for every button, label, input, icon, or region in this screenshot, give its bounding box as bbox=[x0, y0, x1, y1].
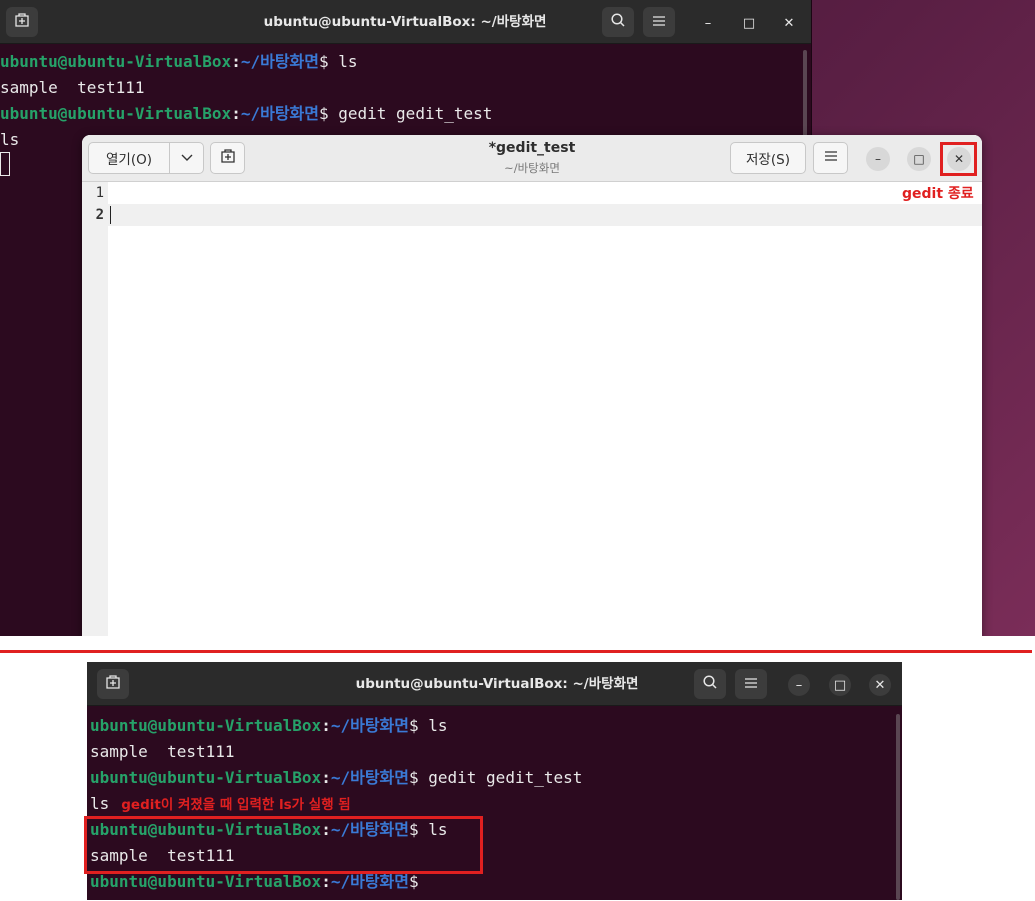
prompt-user: ubuntu@ubuntu-VirtualBox bbox=[90, 872, 322, 891]
new-tab-icon bbox=[105, 674, 121, 694]
terminal-title: ubuntu@ubuntu-VirtualBox: ~/바탕화면 bbox=[263, 14, 547, 30]
gedit-close-annotation: gedit 종료 bbox=[902, 186, 974, 202]
prompt-colon: : bbox=[321, 716, 331, 735]
terminal-scrollbar[interactable] bbox=[896, 714, 900, 900]
prompt-path: ~/바탕화면 bbox=[330, 716, 409, 735]
minimize-button[interactable]: – bbox=[697, 12, 719, 34]
output-text: ls bbox=[90, 794, 110, 813]
new-tab-button[interactable] bbox=[97, 669, 129, 699]
close-icon: ✕ bbox=[783, 15, 795, 31]
new-tab-icon bbox=[14, 12, 30, 32]
close-button-highlight bbox=[940, 142, 977, 176]
prompt-line: ubuntu@ubuntu-VirtualBox:~/바탕화면$ gedit g… bbox=[0, 101, 797, 127]
ls-executed-annotation: gedit이 켜졌을 때 입력한 ls가 실행 됨 bbox=[121, 797, 351, 813]
command-text: $ ls bbox=[408, 716, 448, 735]
command-text: $ gedit gedit_test bbox=[318, 104, 493, 123]
menu-button[interactable] bbox=[735, 669, 767, 699]
terminal-title: ubuntu@ubuntu-VirtualBox: ~/바탕화면 bbox=[355, 676, 639, 692]
close-button[interactable]: ✕ bbox=[869, 674, 891, 696]
command-text: $ bbox=[408, 872, 419, 891]
prompt-path: ~/바탕화면 bbox=[240, 52, 319, 71]
prompt-user: ubuntu@ubuntu-VirtualBox bbox=[0, 104, 232, 123]
prompt-path: ~/바탕화면 bbox=[330, 768, 409, 787]
new-tab-icon bbox=[220, 148, 236, 168]
minimize-icon: – bbox=[704, 15, 712, 31]
prompt-line: ubuntu@ubuntu-VirtualBox:~/바탕화면$ ls bbox=[90, 713, 888, 739]
hamburger-menu-icon bbox=[824, 150, 838, 166]
text-cursor bbox=[110, 206, 111, 224]
search-icon bbox=[702, 674, 718, 694]
search-button[interactable] bbox=[602, 7, 634, 37]
section-divider bbox=[0, 650, 1032, 653]
prompt-path: ~/바탕화면 bbox=[330, 872, 409, 891]
menu-button[interactable] bbox=[643, 7, 675, 37]
maximize-button[interactable]: □ bbox=[738, 12, 760, 34]
new-document-button[interactable] bbox=[210, 142, 245, 174]
minimize-icon: – bbox=[875, 152, 881, 166]
terminal-titlebar: ubuntu@ubuntu-VirtualBox: ~/바탕화면 – □ ✕ bbox=[0, 0, 811, 44]
maximize-icon: □ bbox=[742, 15, 756, 31]
output-highlight-box bbox=[84, 816, 483, 874]
prompt-line: ubuntu@ubuntu-VirtualBox:~/바탕화면$ gedit g… bbox=[90, 765, 888, 791]
output-line: sample test111 bbox=[90, 742, 235, 761]
chevron-down-icon bbox=[181, 150, 193, 166]
command-text: $ ls bbox=[318, 52, 358, 71]
close-button[interactable]: ✕ bbox=[778, 12, 800, 34]
minimize-icon: – bbox=[795, 677, 803, 693]
line-number: 1 bbox=[95, 185, 104, 201]
search-icon bbox=[610, 12, 626, 32]
close-icon: ✕ bbox=[874, 677, 886, 693]
output-line: ls gedit이 켜졌을 때 입력한 ls가 실행 됨 bbox=[90, 791, 888, 817]
maximize-button[interactable]: □ bbox=[829, 674, 851, 696]
text-editor-area[interactable] bbox=[108, 182, 982, 636]
prompt-line: ubuntu@ubuntu-VirtualBox:~/바탕화면$ ls bbox=[0, 49, 797, 75]
gedit-headerbar: 열기(O) *gedit_test ~/바탕화면 저장(S) – □ ✕ bbox=[82, 135, 982, 182]
open-button[interactable]: 열기(O) bbox=[88, 142, 170, 174]
open-dropdown-button[interactable] bbox=[169, 142, 204, 174]
gedit-minimize-button[interactable]: – bbox=[866, 147, 890, 171]
save-button[interactable]: 저장(S) bbox=[730, 142, 806, 174]
line-number-gutter: 1 2 bbox=[82, 182, 108, 636]
gedit-maximize-button[interactable]: □ bbox=[907, 147, 931, 171]
minimize-button[interactable]: – bbox=[788, 674, 810, 696]
prompt-user: ubuntu@ubuntu-VirtualBox bbox=[90, 768, 322, 787]
terminal-cursor-block bbox=[0, 152, 10, 176]
gedit-window: 열기(O) *gedit_test ~/바탕화면 저장(S) – □ ✕ 1 2… bbox=[82, 135, 982, 636]
output-line: sample test111 bbox=[0, 78, 145, 97]
hamburger-menu-icon bbox=[652, 13, 666, 31]
gedit-menu-button[interactable] bbox=[813, 142, 848, 174]
command-text: $ gedit gedit_test bbox=[408, 768, 583, 787]
search-button[interactable] bbox=[694, 669, 726, 699]
document-path: ~/바탕화면 bbox=[504, 161, 560, 175]
prompt-colon: : bbox=[321, 768, 331, 787]
prompt-colon: : bbox=[321, 872, 331, 891]
new-tab-button[interactable] bbox=[6, 7, 38, 37]
desktop-background: ubuntu@ubuntu-VirtualBox: ~/바탕화면 – □ ✕ u… bbox=[0, 0, 1035, 636]
maximize-icon: □ bbox=[833, 677, 847, 693]
prompt-colon: : bbox=[231, 52, 241, 71]
prompt-colon: : bbox=[231, 104, 241, 123]
prompt-user: ubuntu@ubuntu-VirtualBox bbox=[90, 716, 322, 735]
prompt-user: ubuntu@ubuntu-VirtualBox bbox=[0, 52, 232, 71]
maximize-icon: □ bbox=[913, 152, 925, 166]
hamburger-menu-icon bbox=[744, 675, 758, 693]
terminal-titlebar: ubuntu@ubuntu-VirtualBox: ~/바탕화면 – □ ✕ bbox=[87, 662, 902, 706]
line-number: 2 bbox=[95, 207, 104, 223]
prompt-path: ~/바탕화면 bbox=[240, 104, 319, 123]
document-title: *gedit_test bbox=[488, 140, 576, 156]
